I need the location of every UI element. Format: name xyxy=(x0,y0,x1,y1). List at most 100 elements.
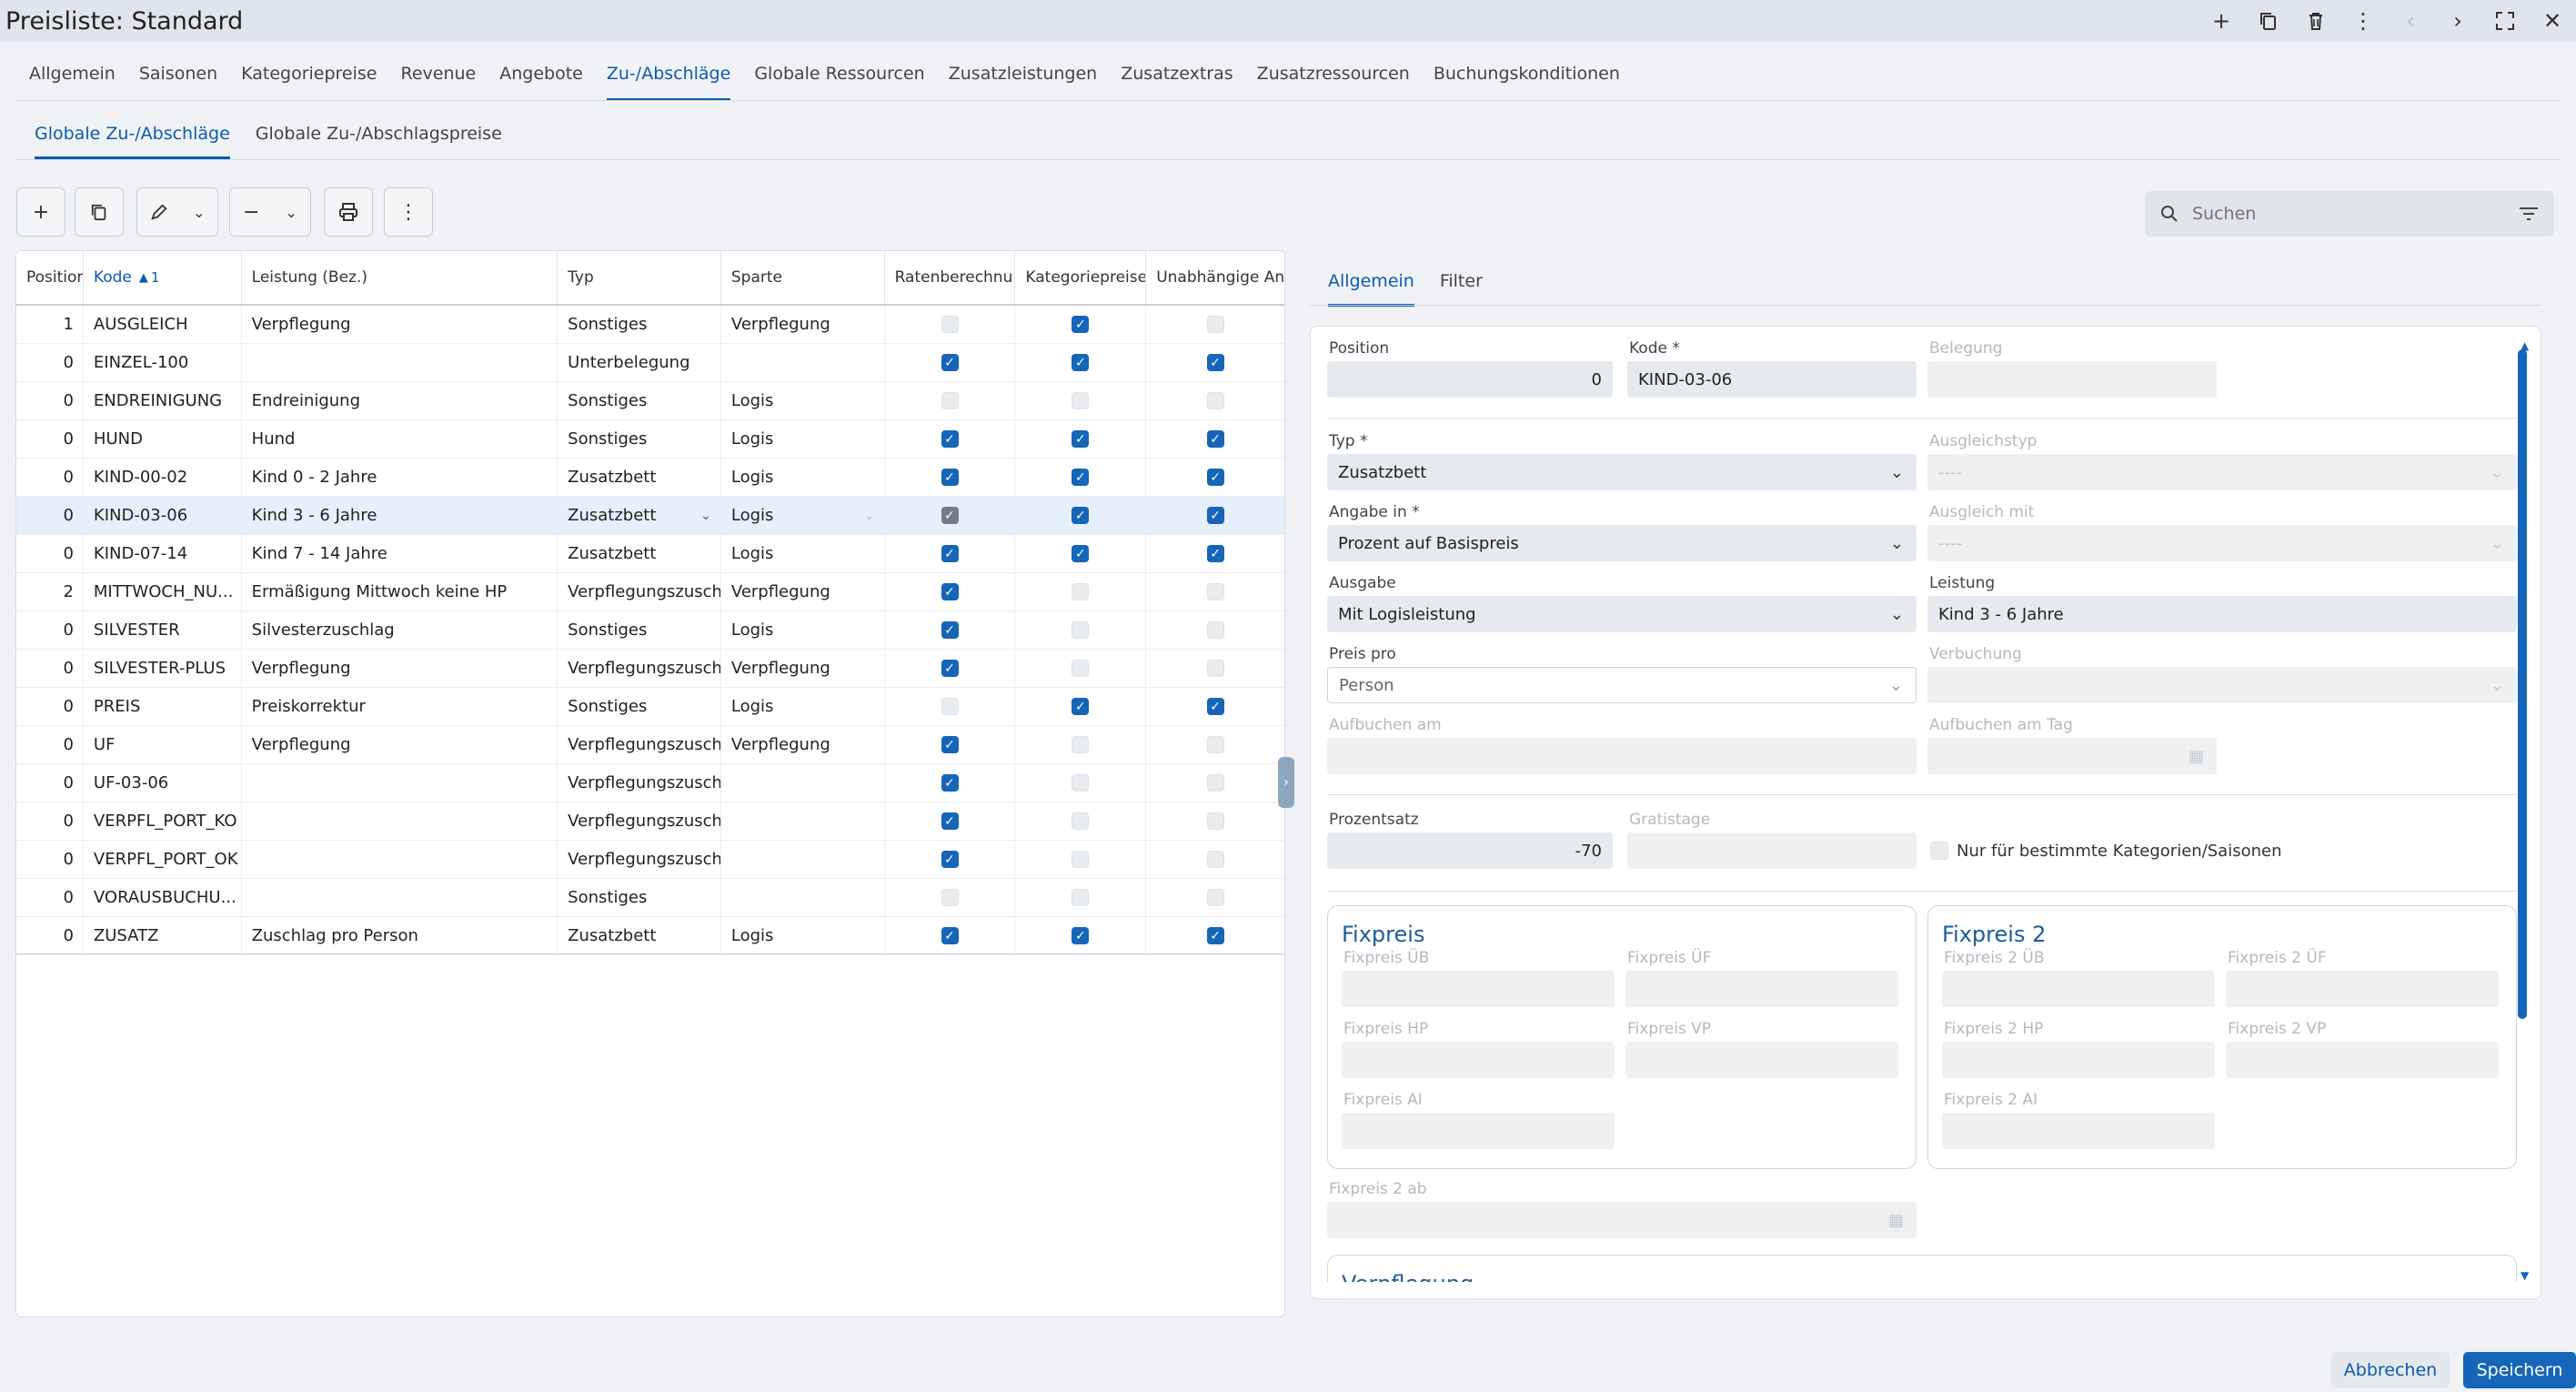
kategoriepreise-checkbox[interactable] xyxy=(1072,621,1090,639)
chevron-down-icon[interactable]: ⌄ xyxy=(193,204,205,221)
ratenberechnung-checkbox[interactable]: ✓ xyxy=(941,507,959,524)
kategoriepreise-checkbox[interactable] xyxy=(1072,774,1090,792)
ratenberechnung-checkbox[interactable]: ✓ xyxy=(941,621,959,639)
ratenberechnung-checkbox[interactable]: ✓ xyxy=(941,812,959,830)
detail-tab-filter[interactable]: Filter xyxy=(1440,271,1483,307)
unabhaengige-checkbox[interactable] xyxy=(1206,736,1224,753)
ratenberechnung-checkbox[interactable]: ✓ xyxy=(941,851,959,868)
unabhaengige-checkbox[interactable]: ✓ xyxy=(1206,927,1224,944)
subtab-globale-zu-abschlaege[interactable]: Globale Zu-/Abschläge xyxy=(35,124,230,159)
position-field[interactable]: 0 xyxy=(1327,361,1613,398)
chevron-down-icon[interactable]: ⌄ xyxy=(864,509,875,523)
unabhaengige-checkbox[interactable]: ✓ xyxy=(1206,430,1224,448)
kategoriepreise-checkbox[interactable] xyxy=(1072,812,1090,830)
copy-button[interactable] xyxy=(75,187,124,237)
table-row[interactable]: 1 AUSGLEICH Verpflegung Sonstiges Verpflegun… xyxy=(16,306,1284,344)
kategoriepreise-checkbox[interactable]: ✓ xyxy=(1072,316,1090,333)
search-box[interactable]: Suchen xyxy=(2145,191,2554,237)
table-row[interactable]: 0 PREIS Preiskorrektur Sonstiges Logis ✓ ✓ xyxy=(16,688,1284,726)
filter-icon[interactable] xyxy=(2518,205,2540,223)
unabhaengige-checkbox[interactable] xyxy=(1206,316,1224,333)
prev-icon[interactable]: ‹ xyxy=(2387,0,2434,42)
unabhaengige-checkbox[interactable] xyxy=(1206,851,1224,868)
edit-button[interactable]: ⌄ xyxy=(136,187,218,237)
add-icon[interactable]: + xyxy=(2198,0,2245,42)
tab-buchungskonditionen[interactable]: Buchungskonditionen xyxy=(1434,64,1620,101)
angabe-select[interactable]: Prozent auf Basispreis ⌄ xyxy=(1327,525,1917,561)
unabhaengige-checkbox[interactable] xyxy=(1206,812,1224,830)
kategoriepreise-checkbox[interactable]: ✓ xyxy=(1072,927,1090,944)
nur-fuer-checkbox[interactable] xyxy=(1930,842,1948,860)
ratenberechnung-checkbox[interactable]: ✓ xyxy=(941,545,959,562)
kategoriepreise-checkbox[interactable]: ✓ xyxy=(1072,354,1090,371)
unabhaengige-checkbox[interactable]: ✓ xyxy=(1206,698,1224,715)
ratenberechnung-checkbox[interactable] xyxy=(941,392,959,409)
kategoriepreise-checkbox[interactable] xyxy=(1072,392,1090,409)
table-row[interactable]: 0 SILVESTER Silvesterzuschlag Sonstiges Logi… xyxy=(16,611,1284,650)
kategoriepreise-checkbox[interactable]: ✓ xyxy=(1072,469,1090,486)
add-button[interactable]: + xyxy=(16,187,65,237)
chevron-down-icon[interactable]: ⌄ xyxy=(286,204,297,221)
unabhaengige-checkbox[interactable] xyxy=(1206,621,1224,639)
table-row[interactable]: 0 HUND Hund Sonstiges Logis ✓ ✓ ✓ xyxy=(16,420,1284,459)
unabhaengige-checkbox[interactable] xyxy=(1206,392,1224,409)
col-typ[interactable]: Typ xyxy=(558,251,721,304)
tab-globale-ressourcen[interactable]: Globale Ressourcen xyxy=(754,64,924,101)
delete-icon[interactable] xyxy=(2292,0,2340,42)
more-button[interactable]: ⋮ xyxy=(384,187,433,237)
unabhaengige-checkbox[interactable]: ✓ xyxy=(1206,354,1224,371)
cancel-button[interactable]: Abbrechen xyxy=(2331,1352,2450,1388)
unabhaengige-checkbox[interactable]: ✓ xyxy=(1206,507,1224,524)
tab-zusatzextras[interactable]: Zusatzextras xyxy=(1121,64,1233,101)
kode-field[interactable]: KIND-03-06 xyxy=(1627,361,1917,398)
ratenberechnung-checkbox[interactable] xyxy=(941,316,959,333)
col-ratenberechnung[interactable]: Ratenberechnung xyxy=(885,251,1016,304)
kategoriepreise-checkbox[interactable] xyxy=(1072,583,1090,600)
scroll-down-icon[interactable]: ▼ xyxy=(2521,1269,2529,1282)
table-row[interactable]: 0 ENDREINIGUNG Endreinigung Sonstiges Logis xyxy=(16,382,1284,420)
detail-scrollbar[interactable] xyxy=(2518,349,2527,1019)
chevron-down-icon[interactable]: ⌄ xyxy=(700,509,711,523)
kategoriepreise-checkbox[interactable] xyxy=(1072,889,1090,906)
kategoriepreise-checkbox[interactable]: ✓ xyxy=(1072,698,1090,715)
leistung-field[interactable]: Kind 3 - 6 Jahre xyxy=(1927,596,2517,632)
collapse-panel-handle[interactable]: › xyxy=(1278,757,1294,808)
kategoriepreise-checkbox[interactable]: ✓ xyxy=(1072,545,1090,562)
tab-zu-abschlaege[interactable]: Zu-/Abschläge xyxy=(606,64,731,101)
unabhaengige-checkbox[interactable] xyxy=(1206,583,1224,600)
col-kategoriepreise[interactable]: Kategoriepreise / xyxy=(1015,251,1147,304)
ratenberechnung-checkbox[interactable]: ✓ xyxy=(941,736,959,753)
next-icon[interactable]: › xyxy=(2434,0,2481,42)
ratenberechnung-checkbox[interactable]: ✓ xyxy=(941,354,959,371)
detail-tab-allgemein[interactable]: Allgemein xyxy=(1328,271,1414,307)
ratenberechnung-checkbox[interactable]: ✓ xyxy=(941,927,959,944)
table-row[interactable]: 0 ZUSATZ Zuschlag pro Person Zusatzbett Logi… xyxy=(16,917,1284,955)
kategoriepreise-checkbox[interactable] xyxy=(1072,736,1090,753)
ausgabe-select[interactable]: Mit Logisleistung ⌄ xyxy=(1327,596,1917,632)
kategoriepreise-checkbox[interactable]: ✓ xyxy=(1072,430,1090,448)
preis-pro-select[interactable]: Person ⌄ xyxy=(1327,667,1917,703)
table-row[interactable]: 0 EINZEL-100 Unterbelegung ✓ ✓ ✓ xyxy=(16,344,1284,382)
tab-allgemein[interactable]: Allgemein xyxy=(29,64,116,101)
col-position[interactable]: Position xyxy=(16,251,84,304)
ratenberechnung-checkbox[interactable]: ✓ xyxy=(941,430,959,448)
tab-angebote[interactable]: Angebote xyxy=(499,64,583,101)
col-leistung[interactable]: Leistung (Bez.) xyxy=(242,251,558,304)
remove-button[interactable]: − ⌄ xyxy=(229,187,311,237)
table-row[interactable]: 0UF-03-06 Verpflegungszuschlag ✓ xyxy=(16,764,1284,802)
unabhaengige-checkbox[interactable] xyxy=(1206,774,1224,792)
tab-zusatzleistungen[interactable]: Zusatzleistungen xyxy=(949,64,1098,101)
copy-icon[interactable] xyxy=(2245,0,2292,42)
kategoriepreise-checkbox[interactable]: ✓ xyxy=(1072,507,1090,524)
print-button[interactable] xyxy=(324,187,373,237)
unabhaengige-checkbox[interactable]: ✓ xyxy=(1206,545,1224,562)
tab-saisonen[interactable]: Saisonen xyxy=(139,64,217,101)
tab-zusatzressourcen[interactable]: Zusatzressourcen xyxy=(1257,64,1410,101)
ratenberechnung-checkbox[interactable]: ✓ xyxy=(941,583,959,600)
search-input[interactable]: Suchen xyxy=(2192,204,2518,224)
fullscreen-icon[interactable] xyxy=(2481,0,2529,42)
ratenberechnung-checkbox[interactable]: ✓ xyxy=(941,660,959,677)
unabhaengige-checkbox[interactable]: ✓ xyxy=(1206,469,1224,486)
table-row[interactable]: 0 SILVESTER-PLUS Verpflegung Verpflegungszu… xyxy=(16,650,1284,688)
prozentsatz-field[interactable]: -70 xyxy=(1327,832,1613,869)
